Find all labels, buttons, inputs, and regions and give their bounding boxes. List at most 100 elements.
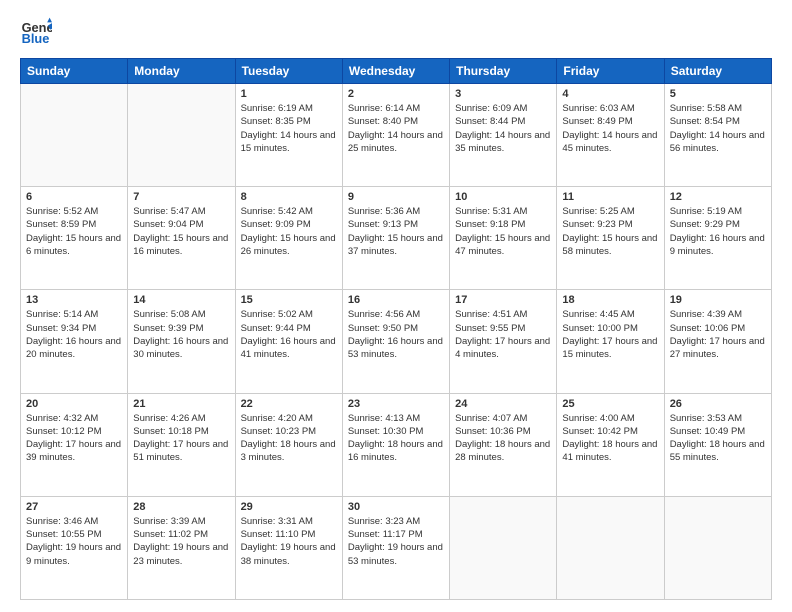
day-info: Daylight: 17 hours and 4 minutes.	[455, 335, 551, 362]
day-info: Sunset: 9:44 PM	[241, 322, 337, 335]
cell-w2-d6: 19 Sunrise: 4:39 AMSunset: 10:06 PMDaylig…	[664, 290, 771, 393]
cell-w4-d5	[557, 496, 664, 599]
day-number: 4	[562, 88, 658, 100]
cell-w1-d6: 12Sunrise: 5:19 AMSunset: 9:29 PMDayligh…	[664, 187, 771, 290]
day-number: 15	[241, 294, 337, 306]
day-info: Sunset: 9:50 PM	[348, 322, 444, 335]
cell-w0-d4: 3Sunrise: 6:09 AMSunset: 8:44 PMDaylight…	[450, 84, 557, 187]
day-info: Sunrise: 4:07 AM	[455, 412, 551, 425]
weekday-header-friday: Friday	[557, 59, 664, 84]
day-info: Sunset: 10:06 PM	[670, 322, 766, 335]
day-info: Sunset: 8:40 PM	[348, 115, 444, 128]
day-number: 20	[26, 398, 122, 410]
day-info: Sunset: 11:17 PM	[348, 528, 444, 541]
cell-w4-d4	[450, 496, 557, 599]
svg-text:Blue: Blue	[22, 31, 50, 46]
cell-w3-d4: 24Sunrise: 4:07 AMSunset: 10:36 PMDaylig…	[450, 393, 557, 496]
day-info: Sunrise: 5:47 AM	[133, 205, 229, 218]
cell-w1-d0: 6 Sunrise: 5:52 AMSunset: 8:59 PMDaylight…	[21, 187, 128, 290]
day-info: Daylight: 19 hours and 23 minutes.	[133, 541, 229, 568]
cell-w3-d1: 21Sunrise: 4:26 AMSunset: 10:18 PMDaylig…	[128, 393, 235, 496]
cell-w3-d0: 20Sunrise: 4:32 AMSunset: 10:12 PMDaylig…	[21, 393, 128, 496]
cell-w1-d2: 8Sunrise: 5:42 AMSunset: 9:09 PMDaylight…	[235, 187, 342, 290]
day-info: Sunset: 8:49 PM	[562, 115, 658, 128]
day-info: Sunrise: 4:20 AM	[241, 412, 337, 425]
day-info: Sunset: 11:02 PM	[133, 528, 229, 541]
day-info: Sunset: 10:18 PM	[133, 425, 229, 438]
day-number: 9	[348, 191, 444, 203]
day-info: Daylight: 16 hours and 41 minutes.	[241, 335, 337, 362]
cell-w3-d5: 25Sunrise: 4:00 AMSunset: 10:42 PMDaylig…	[557, 393, 664, 496]
day-info: Sunset: 9:04 PM	[133, 218, 229, 231]
day-info: Sunrise: 3:46 AM	[26, 515, 122, 528]
day-number: 17	[455, 294, 551, 306]
cell-w3-d2: 22Sunrise: 4:20 AMSunset: 10:23 PMDaylig…	[235, 393, 342, 496]
day-info: Sunrise: 4:45 AM	[562, 308, 658, 321]
day-info: Sunset: 10:55 PM	[26, 528, 122, 541]
day-info: Daylight: 14 hours and 56 minutes.	[670, 129, 766, 156]
cell-w3-d3: 23Sunrise: 4:13 AMSunset: 10:30 PMDaylig…	[342, 393, 449, 496]
day-info: Sunrise: 4:51 AM	[455, 308, 551, 321]
day-info: Daylight: 19 hours and 9 minutes.	[26, 541, 122, 568]
day-info: Daylight: 18 hours and 55 minutes.	[670, 438, 766, 465]
weekday-header-monday: Monday	[128, 59, 235, 84]
calendar: SundayMondayTuesdayWednesdayThursdayFrid…	[20, 58, 772, 600]
day-info: Sunset: 9:34 PM	[26, 322, 122, 335]
day-number: 18	[562, 294, 658, 306]
day-number: 13	[26, 294, 122, 306]
day-info: Daylight: 15 hours and 6 minutes.	[26, 232, 122, 259]
day-info: Sunset: 10:30 PM	[348, 425, 444, 438]
day-number: 14	[133, 294, 229, 306]
day-info: Daylight: 15 hours and 37 minutes.	[348, 232, 444, 259]
weekday-header-wednesday: Wednesday	[342, 59, 449, 84]
day-info: Sunset: 9:55 PM	[455, 322, 551, 335]
day-info: Sunset: 9:29 PM	[670, 218, 766, 231]
day-info: Daylight: 16 hours and 30 minutes.	[133, 335, 229, 362]
day-info: Daylight: 18 hours and 3 minutes.	[241, 438, 337, 465]
day-info: Sunset: 10:49 PM	[670, 425, 766, 438]
day-info: Sunrise: 5:52 AM	[26, 205, 122, 218]
day-number: 1	[241, 88, 337, 100]
week-row-3: 20Sunrise: 4:32 AMSunset: 10:12 PMDaylig…	[21, 393, 772, 496]
cell-w0-d0	[21, 84, 128, 187]
weekday-header-saturday: Saturday	[664, 59, 771, 84]
cell-w4-d2: 29Sunrise: 3:31 AMSunset: 11:10 PMDaylig…	[235, 496, 342, 599]
day-number: 30	[348, 501, 444, 513]
weekday-header-sunday: Sunday	[21, 59, 128, 84]
week-row-0: 1Sunrise: 6:19 AMSunset: 8:35 PMDaylight…	[21, 84, 772, 187]
day-number: 6	[26, 191, 122, 203]
day-info: Daylight: 17 hours and 27 minutes.	[670, 335, 766, 362]
day-info: Daylight: 17 hours and 39 minutes.	[26, 438, 122, 465]
day-info: Daylight: 14 hours and 25 minutes.	[348, 129, 444, 156]
day-info: Sunrise: 4:00 AM	[562, 412, 658, 425]
day-info: Daylight: 15 hours and 26 minutes.	[241, 232, 337, 259]
cell-w4-d0: 27 Sunrise: 3:46 AMSunset: 10:55 PMDaylig…	[21, 496, 128, 599]
cell-w2-d2: 15Sunrise: 5:02 AMSunset: 9:44 PMDayligh…	[235, 290, 342, 393]
day-info: Sunset: 8:59 PM	[26, 218, 122, 231]
day-number: 22	[241, 398, 337, 410]
day-info: Sunset: 10:12 PM	[26, 425, 122, 438]
day-info: Sunrise: 4:56 AM	[348, 308, 444, 321]
cell-w2-d1: 14 Sunrise: 5:08 AMSunset: 9:39 PMDayligh…	[128, 290, 235, 393]
day-info: Sunset: 9:23 PM	[562, 218, 658, 231]
day-info: Sunset: 10:00 PM	[562, 322, 658, 335]
day-number: 29	[241, 501, 337, 513]
day-info: Sunrise: 5:08 AM	[133, 308, 229, 321]
cell-w0-d2: 1Sunrise: 6:19 AMSunset: 8:35 PMDaylight…	[235, 84, 342, 187]
cell-w4-d3: 30Sunrise: 3:23 AMSunset: 11:17 PMDaylig…	[342, 496, 449, 599]
day-number: 19	[670, 294, 766, 306]
day-info: Sunrise: 3:53 AM	[670, 412, 766, 425]
week-row-2: 13Sunrise: 5:14 AMSunset: 9:34 PMDayligh…	[21, 290, 772, 393]
day-number: 28	[133, 501, 229, 513]
day-info: Daylight: 19 hours and 53 minutes.	[348, 541, 444, 568]
day-info: Sunset: 9:39 PM	[133, 322, 229, 335]
day-info: Daylight: 15 hours and 16 minutes.	[133, 232, 229, 259]
day-number: 27	[26, 501, 122, 513]
day-number: 2	[348, 88, 444, 100]
day-number: 11	[562, 191, 658, 203]
day-info: Sunrise: 4:39 AM	[670, 308, 766, 321]
header: General Blue	[20, 16, 772, 48]
day-info: Daylight: 15 hours and 58 minutes.	[562, 232, 658, 259]
cell-w2-d3: 16Sunrise: 4:56 AMSunset: 9:50 PMDayligh…	[342, 290, 449, 393]
day-number: 7	[133, 191, 229, 203]
